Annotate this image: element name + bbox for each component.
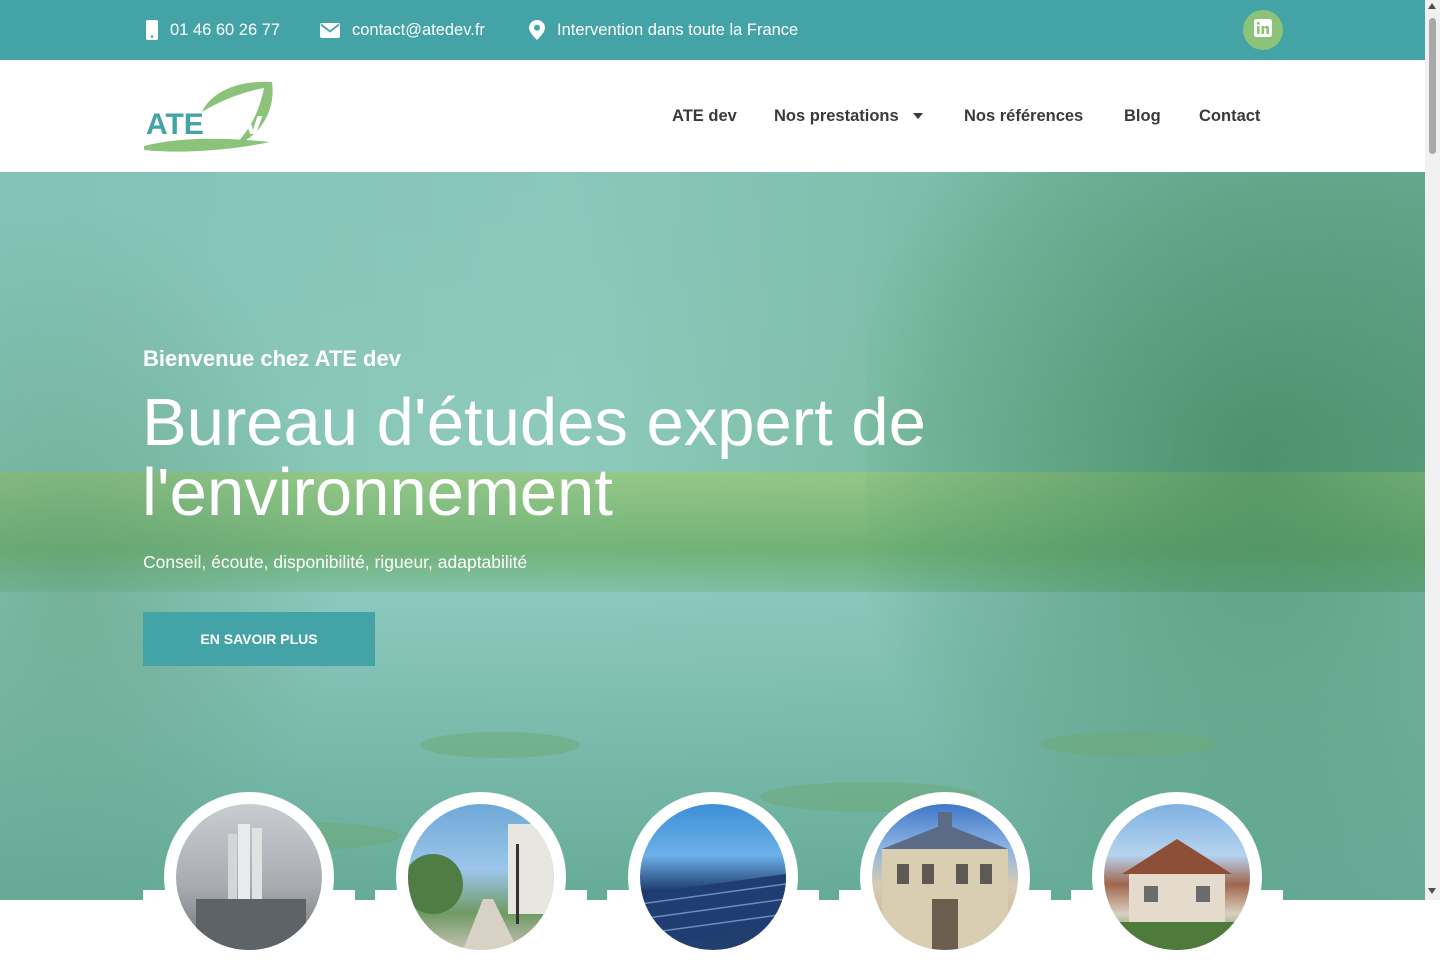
hero-title-line2: l'environnement <box>142 455 613 530</box>
site-header: ATE dev ATE dev Nos prestations Nos réfé… <box>0 60 1425 172</box>
top-contact-bar: 01 46 60 26 77 contact@atedev.fr Interve… <box>0 0 1425 60</box>
caret-down-icon <box>912 113 923 119</box>
phone-icon <box>146 20 158 40</box>
service-circle-industry[interactable] <box>164 792 334 962</box>
nav-label: Contact <box>1199 106 1261 125</box>
service-circle-public[interactable] <box>860 792 1030 962</box>
hero-title-line1: Bureau d'études expert de <box>142 385 926 460</box>
nav-label: Nos prestations <box>774 106 899 125</box>
map-pin-icon <box>529 20 545 40</box>
phone-link[interactable]: 01 46 60 26 77 <box>146 0 280 60</box>
location-text: Intervention dans toute la France <box>557 20 799 39</box>
linkedin-button[interactable] <box>1243 10 1283 50</box>
nav-label: Nos références <box>964 106 1084 125</box>
learn-more-button[interactable]: EN SAVOIR PLUS <box>143 612 375 666</box>
logo-text-dev: dev <box>204 104 263 142</box>
nav-item-nos-prestations[interactable]: Nos prestations <box>774 60 923 172</box>
nav-item-ate-dev[interactable]: ATE dev <box>672 60 737 172</box>
phone-number: 01 46 60 26 77 <box>170 20 281 39</box>
scroll-up-arrow-icon[interactable] <box>1428 3 1436 9</box>
email-address: contact@atedev.fr <box>352 20 485 39</box>
scroll-down-arrow-icon[interactable] <box>1428 888 1436 894</box>
nav-item-nos-references[interactable]: Nos références <box>964 60 1083 172</box>
email-link[interactable]: contact@atedev.fr <box>320 0 485 60</box>
service-circle-solar[interactable] <box>628 792 798 962</box>
hero-subtitle: Conseil, écoute, disponibilité, rigueur,… <box>143 552 528 572</box>
envelope-icon <box>320 22 340 38</box>
location-info: Intervention dans toute la France <box>529 0 798 60</box>
nav-item-contact[interactable]: Contact <box>1199 60 1260 172</box>
hero-background-reeds <box>0 172 360 900</box>
town-hall-photo <box>872 804 1018 950</box>
ate-dev-logo[interactable]: ATE dev <box>142 78 276 154</box>
hero-kicker: Bienvenue chez ATE dev <box>143 346 401 371</box>
house-photo <box>1104 804 1250 950</box>
service-circle-urban[interactable] <box>396 792 566 962</box>
nav-label: ATE dev <box>672 106 737 125</box>
nav-label: Blog <box>1124 106 1161 125</box>
linkedin-icon <box>1254 18 1272 42</box>
lily-pad <box>420 732 580 758</box>
service-circle-housing[interactable] <box>1092 792 1262 962</box>
hero-title: Bureau d'études expert de l'environnemen… <box>142 388 1082 528</box>
urban-street-photo <box>408 804 554 950</box>
logo-text-ate: ATE <box>146 108 204 141</box>
lily-pad <box>1040 732 1220 756</box>
scrollbar-thumb[interactable] <box>1429 18 1436 154</box>
industrial-silo-photo <box>176 804 322 950</box>
hero-section: Bienvenue chez ATE dev Bureau d'études e… <box>0 172 1425 900</box>
nav-item-blog[interactable]: Blog <box>1124 60 1161 172</box>
solar-panels-photo <box>640 804 786 950</box>
